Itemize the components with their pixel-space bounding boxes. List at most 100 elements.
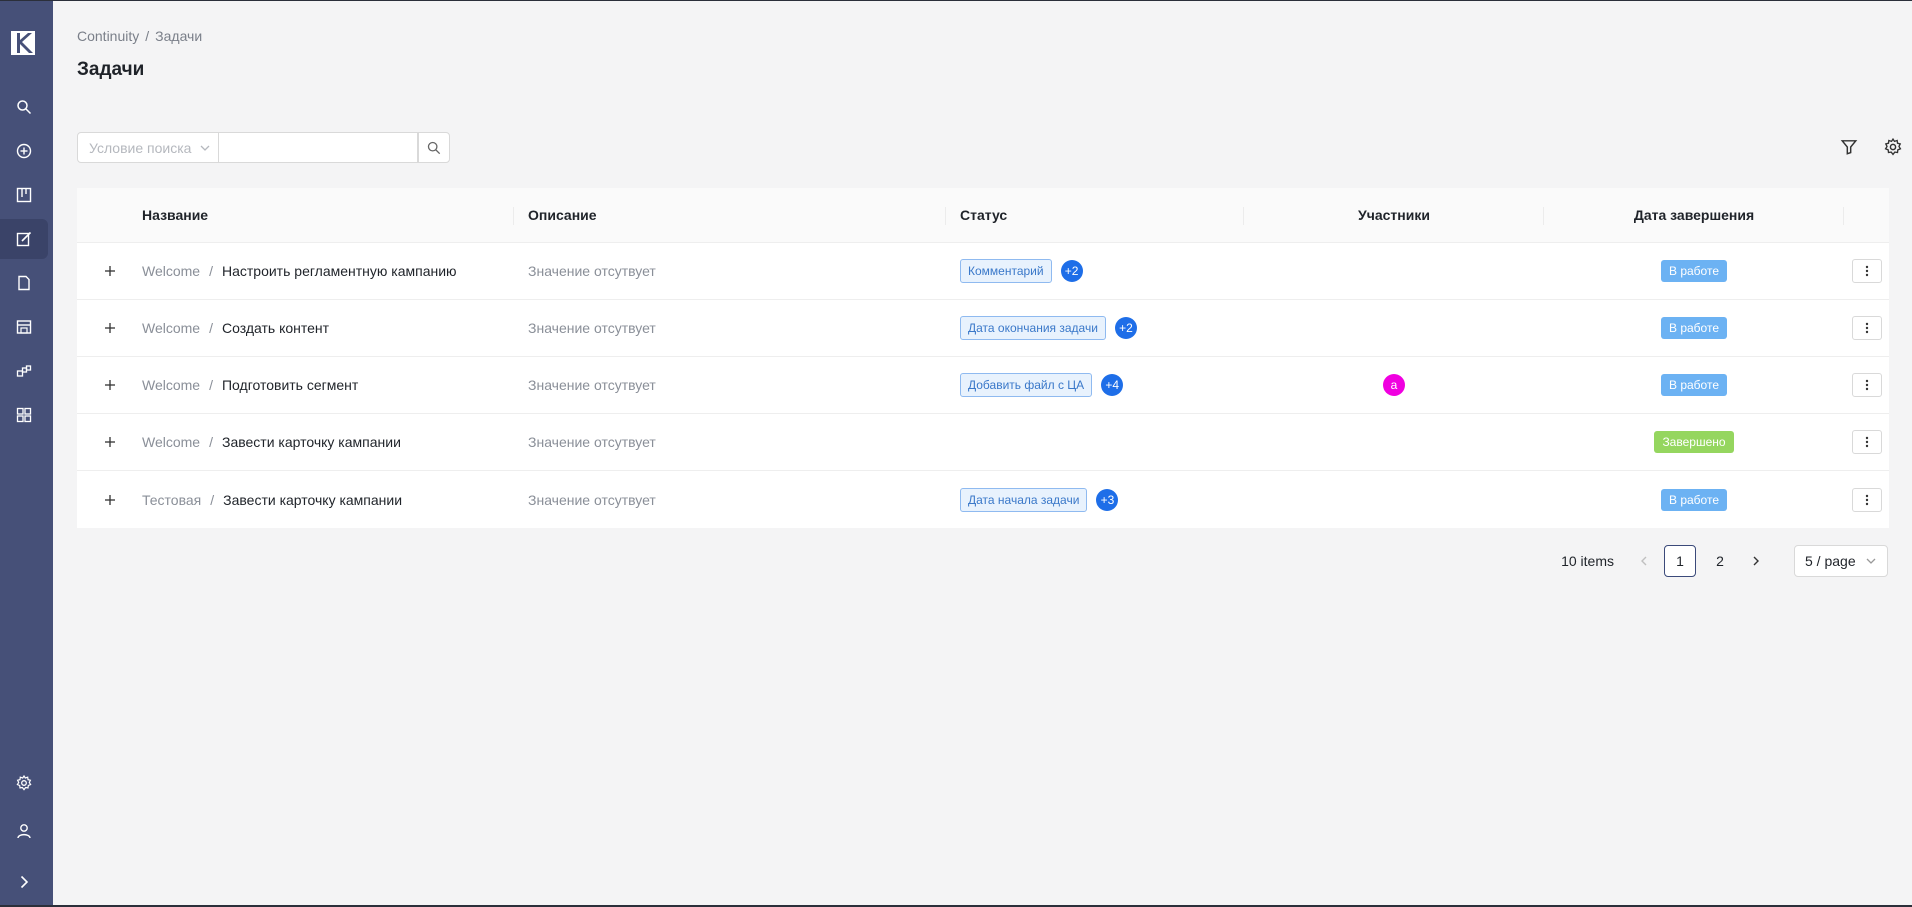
task-description: Значение отсутвует bbox=[528, 263, 656, 279]
description-cell: Значение отсутвует bbox=[514, 471, 946, 528]
search-condition-select[interactable]: Условие поиска bbox=[77, 132, 219, 163]
row-actions-button[interactable] bbox=[1851, 430, 1882, 454]
table-row[interactable]: Welcome / Подготовить сегмент Значение о… bbox=[77, 357, 1889, 414]
participants-cell bbox=[1244, 300, 1544, 356]
total-items: 10 items bbox=[1561, 553, 1614, 569]
search-bar: Условие поиска bbox=[77, 132, 450, 163]
tasks-table: Название Описание Статус Участники Дата … bbox=[77, 188, 1889, 528]
page-size-select[interactable]: 5 / page bbox=[1794, 545, 1888, 577]
column-header-label: Описание bbox=[528, 207, 597, 223]
prev-page-button[interactable] bbox=[1628, 545, 1660, 577]
row-actions-button[interactable] bbox=[1851, 487, 1882, 512]
filter-button[interactable] bbox=[1840, 138, 1858, 156]
chevron-down-icon bbox=[1866, 558, 1876, 564]
sidebar-item-settings[interactable] bbox=[0, 763, 48, 803]
name-cell: Welcome / Создать контент bbox=[142, 300, 514, 356]
user-icon bbox=[17, 824, 31, 839]
column-header-description[interactable]: Описание bbox=[514, 188, 946, 242]
table-row[interactable]: Welcome / Настроить регламентную кампани… bbox=[77, 243, 1889, 300]
task-title[interactable]: Настроить регламентную кампанию bbox=[222, 263, 457, 279]
search-condition-placeholder: Условие поиска bbox=[89, 139, 192, 156]
name-separator: / bbox=[209, 377, 213, 393]
actions-cell bbox=[1844, 300, 1889, 356]
column-header-label: Название bbox=[142, 207, 209, 223]
task-description: Значение отсутвует bbox=[528, 377, 656, 393]
column-header-name[interactable]: Название bbox=[142, 188, 514, 242]
sidebar-item-profile[interactable] bbox=[0, 811, 48, 851]
page-button-1[interactable]: 1 bbox=[1664, 545, 1696, 577]
status-cell: Комментарий +2 bbox=[946, 243, 1244, 299]
sidebar-item-search[interactable] bbox=[0, 87, 48, 127]
task-project: Welcome bbox=[142, 434, 201, 450]
actions-cell bbox=[1844, 357, 1889, 413]
more-tags-badge[interactable]: +2 bbox=[1060, 260, 1083, 282]
name-cell: Welcome / Завести карточку кампании bbox=[142, 414, 514, 470]
task-title[interactable]: Завести карточку кампании bbox=[222, 434, 401, 450]
status-cell: Добавить файл с ЦА +4 bbox=[946, 357, 1244, 413]
name-cell: Тестовая / Завести карточку кампании bbox=[142, 471, 514, 528]
add-circle-icon bbox=[16, 143, 32, 159]
more-tags-badge[interactable]: +2 bbox=[1114, 317, 1137, 339]
sidebar-item-tasks[interactable] bbox=[0, 219, 48, 259]
due-date-cell: В работе bbox=[1544, 243, 1844, 299]
search-input[interactable] bbox=[219, 132, 418, 163]
name-cell: Welcome / Подготовить сегмент bbox=[142, 357, 514, 413]
avatar[interactable]: a bbox=[1383, 374, 1405, 396]
table-body: Welcome / Настроить регламентную кампани… bbox=[77, 243, 1889, 528]
sidebar-item-documents[interactable] bbox=[0, 263, 48, 303]
sidebar-item-create[interactable] bbox=[0, 131, 48, 171]
task-project: Тестовая bbox=[142, 491, 202, 508]
participants-cell bbox=[1244, 471, 1544, 528]
sidebar-item-board[interactable] bbox=[0, 175, 48, 215]
table-settings-button[interactable] bbox=[1884, 137, 1902, 156]
sidebar-item-apps[interactable] bbox=[0, 395, 48, 435]
expand-row-button[interactable] bbox=[102, 492, 118, 508]
column-header-label: Дата завершения bbox=[1633, 207, 1755, 223]
table-row[interactable]: Welcome / Завести карточку кампании Знач… bbox=[77, 414, 1889, 471]
board-icon bbox=[16, 187, 32, 203]
expand-cell bbox=[77, 414, 142, 470]
more-tags-badge[interactable]: +4 bbox=[1101, 374, 1124, 396]
table-row[interactable]: Тестовая / Завести карточку кампании Зна… bbox=[77, 471, 1889, 528]
task-title[interactable]: Подготовить сегмент bbox=[222, 377, 358, 393]
column-header-due-date[interactable]: Дата завершения bbox=[1544, 188, 1844, 242]
task-title[interactable]: Создать контент bbox=[222, 320, 329, 336]
column-header-participants[interactable]: Участники bbox=[1244, 188, 1544, 242]
sidebar-item-store[interactable] bbox=[0, 307, 48, 347]
plus-icon bbox=[104, 380, 115, 390]
expand-row-button[interactable] bbox=[102, 263, 118, 279]
expand-cell bbox=[77, 357, 142, 413]
more-vertical-icon bbox=[1865, 494, 1868, 505]
search-icon bbox=[427, 141, 441, 154]
expand-row-button[interactable] bbox=[102, 377, 118, 393]
participants-cell bbox=[1244, 243, 1544, 299]
expand-row-button[interactable] bbox=[102, 434, 118, 450]
task-description: Значение отсутвует bbox=[528, 491, 656, 508]
breadcrumb: Continuity / Задачи bbox=[77, 28, 202, 44]
more-tags-badge[interactable]: +3 bbox=[1096, 488, 1119, 511]
apps-icon bbox=[16, 407, 32, 423]
task-description: Значение отсутвует bbox=[528, 434, 656, 450]
row-actions-button[interactable] bbox=[1851, 373, 1882, 397]
status-tag[interactable]: Добавить файл с ЦА bbox=[960, 373, 1093, 397]
more-vertical-icon bbox=[1865, 265, 1868, 277]
row-actions-button[interactable] bbox=[1851, 259, 1882, 283]
status-tag[interactable]: Дата окончания задачи bbox=[960, 316, 1106, 340]
task-title[interactable]: Завести карточку кампании bbox=[223, 492, 402, 508]
sidebar-expand-toggle[interactable] bbox=[0, 862, 48, 902]
page-title: Задачи bbox=[77, 59, 145, 80]
table-row[interactable]: Welcome / Создать контент Значение отсут… bbox=[77, 300, 1889, 357]
app-logo[interactable] bbox=[10, 30, 36, 56]
sidebar-item-blocks[interactable] bbox=[0, 351, 48, 391]
status-tag[interactable]: Комментарий bbox=[960, 259, 1052, 283]
breadcrumb-root[interactable]: Continuity bbox=[77, 28, 139, 44]
column-header-status[interactable]: Статус bbox=[946, 188, 1244, 242]
row-actions-button[interactable] bbox=[1851, 316, 1882, 340]
page-button-2[interactable]: 2 bbox=[1704, 545, 1736, 577]
search-button[interactable] bbox=[418, 132, 450, 163]
status-badge: В работе bbox=[1660, 374, 1727, 396]
expand-row-button[interactable] bbox=[102, 320, 118, 336]
status-tag[interactable]: Дата начала задачи bbox=[960, 487, 1088, 512]
next-page-button[interactable] bbox=[1740, 545, 1772, 577]
status-badge: В работе bbox=[1660, 317, 1727, 339]
